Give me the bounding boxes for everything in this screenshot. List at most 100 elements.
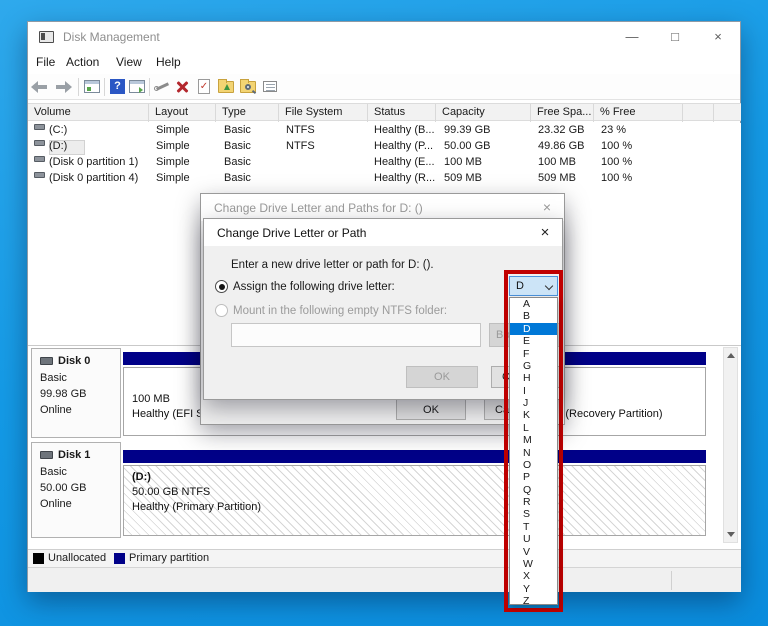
open-folder-up-icon[interactable] (217, 78, 237, 96)
drive-letter-option[interactable]: T (510, 521, 557, 533)
drive-letter-dropdown[interactable]: D (509, 276, 558, 296)
explore-folder-icon[interactable] (239, 78, 259, 96)
cell-file_system: NTFS (286, 124, 315, 136)
properties-icon[interactable] (261, 78, 281, 96)
outer-ok-button[interactable]: OK (396, 399, 466, 420)
cell-pct_free: 100 % (601, 172, 632, 184)
drive-letter-option[interactable]: A (510, 298, 557, 310)
cell-type: Basic (224, 156, 251, 168)
cell-free_space: 100 MB (538, 156, 576, 168)
close-button[interactable]: × (702, 22, 734, 52)
disk0-label-panel[interactable]: Disk 0 Basic 99.98 GB Online (31, 348, 121, 438)
drive-letter-option[interactable]: N (510, 447, 557, 459)
scroll-down-button[interactable] (724, 527, 737, 542)
minimize-button[interactable]: — (616, 22, 648, 52)
legend-bar: Unallocated Primary partition (28, 549, 741, 567)
column-header[interactable]: % Free (594, 104, 683, 122)
disk1-label-panel[interactable]: Disk 1 Basic 50.00 GB Online (31, 442, 121, 538)
cell-capacity: 100 MB (444, 156, 482, 168)
volume-row[interactable]: (C:)SimpleBasicNTFSHealthy (B...99.39 GB… (28, 123, 741, 139)
volume-row[interactable]: (Disk 0 partition 4)SimpleBasicHealthy (… (28, 171, 741, 187)
cell-volume: (D:) (49, 140, 67, 152)
drive-letter-option[interactable]: B (510, 310, 557, 322)
menu-view[interactable]: View (116, 55, 142, 69)
cell-status: Healthy (R... (374, 172, 435, 184)
mount-path-input[interactable] (231, 323, 481, 347)
mount-folder-label: Mount in the following empty NTFS folder… (233, 305, 447, 317)
inner-dialog-title-bar: Change Drive Letter or Path × (204, 219, 562, 246)
volume-row[interactable]: (Disk 0 partition 1)SimpleBasicHealthy (… (28, 155, 741, 171)
outer-dialog-close-icon[interactable]: × (530, 194, 564, 221)
column-header[interactable]: Status (368, 104, 436, 122)
drive-letter-option[interactable]: G (510, 360, 557, 372)
unallocated-legend-swatch (33, 553, 44, 564)
disk1-partition-d[interactable]: (D:) 50.00 GB NTFS Healthy (Primary Part… (123, 450, 706, 536)
drive-letter-option[interactable]: L (510, 422, 557, 434)
inner-ok-button[interactable]: OK (406, 366, 478, 388)
dialog-prompt: Enter a new drive letter or path for D: … (231, 259, 434, 271)
column-header[interactable]: Volume (28, 104, 149, 122)
drive-letter-option[interactable]: F (510, 348, 557, 360)
drive-letter-option[interactable]: K (510, 409, 557, 421)
forward-icon[interactable] (55, 78, 75, 96)
column-header[interactable]: Layout (149, 104, 216, 122)
drive-letter-option[interactable]: M (510, 434, 557, 446)
drive-letter-option[interactable]: D (510, 323, 557, 335)
drive-letter-option[interactable]: P (510, 471, 557, 483)
mount-folder-radio[interactable] (215, 304, 228, 317)
partition-status: Healthy (Primary Partition) (132, 500, 705, 515)
help-icon[interactable]: ? (108, 78, 128, 96)
drive-letter-option[interactable]: U (510, 533, 557, 545)
column-header[interactable]: Type (216, 104, 279, 122)
cell-free_space: 509 MB (538, 172, 576, 184)
disk-tool-icon[interactable] (153, 78, 173, 96)
toolbar: ? ✓ (28, 74, 740, 100)
scroll-up-button[interactable] (724, 348, 737, 363)
partition-color-bar (123, 450, 706, 463)
partition-drive-letter: (D:) (132, 470, 705, 485)
outer-dialog-title-bar: Change Drive Letter and Paths for D: () … (201, 194, 564, 221)
outer-dialog-title: Change Drive Letter and Paths for D: () (214, 201, 423, 215)
drive-letter-option[interactable]: E (510, 335, 557, 347)
cell-capacity: 509 MB (444, 172, 482, 184)
column-header[interactable]: File System (279, 104, 368, 122)
drive-letter-option[interactable]: Z (510, 595, 557, 607)
show-action-pane-icon[interactable] (128, 78, 148, 96)
cell-volume: (Disk 0 partition 1) (49, 156, 138, 168)
disk-icon (40, 357, 53, 365)
drive-letter-option[interactable]: Q (510, 484, 557, 496)
cell-status: Healthy (E... (374, 156, 435, 168)
column-header[interactable]: Capacity (436, 104, 531, 122)
column-header[interactable]: Free Spa... (531, 104, 594, 122)
disk0-kind: Basic (40, 370, 120, 386)
menu-action[interactable]: Action (66, 55, 99, 69)
drive-letter-option[interactable]: R (510, 496, 557, 508)
drive-letter-option[interactable]: O (510, 459, 557, 471)
back-icon[interactable] (31, 78, 51, 96)
maximize-button[interactable]: □ (659, 22, 691, 52)
volume-row[interactable]: (D:)SimpleBasicNTFSHealthy (P...50.00 GB… (28, 139, 741, 155)
status-bar-divider (671, 571, 672, 590)
show-console-tree-icon[interactable] (83, 78, 103, 96)
drive-letter-option[interactable]: H (510, 372, 557, 384)
status-bar (28, 567, 741, 592)
drive-letter-option[interactable]: Y (510, 583, 557, 595)
inner-dialog-close-icon[interactable]: × (528, 219, 562, 246)
cell-status: Healthy (B... (374, 124, 435, 136)
disk1-kind: Basic (40, 464, 120, 480)
delete-volume-icon[interactable] (173, 78, 193, 96)
menu-file[interactable]: File (36, 55, 55, 69)
volume-drive-icon (34, 156, 45, 162)
vertical-scrollbar[interactable] (723, 347, 738, 543)
assign-drive-letter-radio[interactable] (215, 280, 228, 293)
drive-letter-option[interactable]: W (510, 558, 557, 570)
drive-letter-option[interactable]: S (510, 508, 557, 520)
drive-letter-option[interactable]: I (510, 385, 557, 397)
partition-size: 50.00 GB NTFS (132, 485, 705, 500)
menu-help[interactable]: Help (156, 55, 181, 69)
drive-letter-option[interactable]: J (510, 397, 557, 409)
drive-letter-option[interactable]: V (510, 546, 557, 558)
cell-file_system: NTFS (286, 140, 315, 152)
drive-letter-option[interactable]: X (510, 570, 557, 582)
task-check-icon[interactable]: ✓ (195, 78, 215, 96)
